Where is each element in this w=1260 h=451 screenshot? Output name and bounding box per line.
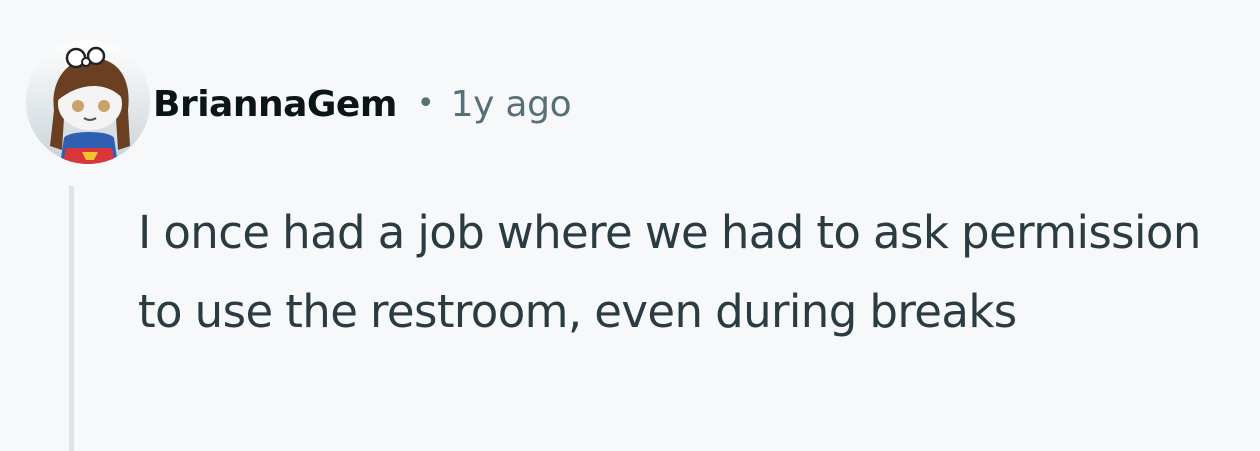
snoo-avatar-icon xyxy=(26,40,150,164)
author-name[interactable]: BriannaGem xyxy=(153,84,397,125)
meta-separator: • xyxy=(416,86,435,121)
thread-line[interactable] xyxy=(69,186,74,451)
comment: BriannaGem • 1y ago I once had a job whe… xyxy=(0,0,1260,451)
comment-timestamp[interactable]: 1y ago xyxy=(451,84,572,125)
comment-body: I once had a job where we had to ask per… xyxy=(138,206,1201,338)
user-avatar[interactable] xyxy=(24,38,152,166)
comment-header: BriannaGem • 1y ago xyxy=(153,76,572,132)
